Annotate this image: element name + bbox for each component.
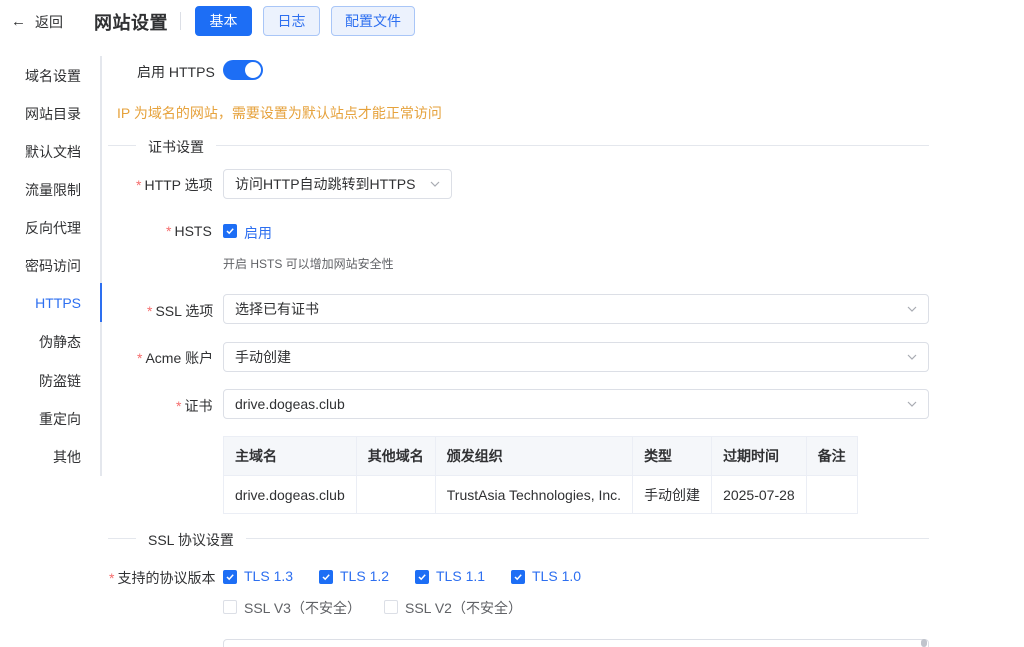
column-header-main-domain: 主域名 xyxy=(223,436,357,476)
header-divider xyxy=(180,12,181,30)
tls10-label[interactable]: TLS 1.0 xyxy=(532,568,581,584)
sidebar-item-other[interactable]: 其他 xyxy=(53,447,81,467)
sidebar-item-redirect[interactable]: 重定向 xyxy=(39,409,81,429)
header: ← 返回 网站设置 基本 日志 配置文件 xyxy=(0,0,1024,42)
cell-issuer: TrustAsia Technologies, Inc. xyxy=(434,475,634,514)
page-title: 网站设置 xyxy=(94,13,168,33)
sidebar-item-reverse-proxy[interactable]: 反向代理 xyxy=(25,218,81,238)
sslv3-checkbox[interactable] xyxy=(223,600,237,614)
chevron-down-icon xyxy=(906,398,918,410)
sidebar-item-rewrite[interactable]: 伪静态 xyxy=(39,332,81,352)
sidebar-item-https[interactable]: HTTPS xyxy=(35,293,81,313)
tls13-label[interactable]: TLS 1.3 xyxy=(244,568,293,584)
arrow-left-icon: ← xyxy=(11,13,26,30)
tab-basic[interactable]: 基本 xyxy=(195,6,252,36)
ssl-option-label: * SSL 选项 xyxy=(147,303,214,319)
column-header-type: 类型 xyxy=(632,436,713,476)
sslv2-checkbox[interactable] xyxy=(384,600,398,614)
https-toggle[interactable] xyxy=(223,60,263,80)
cert-section-title: 证书设置 xyxy=(136,137,216,157)
checkmark-icon xyxy=(322,574,330,581)
certificate-select[interactable]: drive.dogeas.club xyxy=(223,389,929,419)
table-row[interactable]: drive.dogeas.club TrustAsia Technologies… xyxy=(223,475,858,514)
http-option-select[interactable]: 访问HTTP自动跳转到HTTPS xyxy=(223,169,452,199)
tls11-label[interactable]: TLS 1.1 xyxy=(436,568,485,584)
chevron-down-icon xyxy=(906,351,918,363)
acme-account-select[interactable]: 手动创建 xyxy=(223,342,929,372)
textarea-scrollbar[interactable] xyxy=(921,639,927,647)
enable-https-label: 启用 HTTPS xyxy=(137,64,215,80)
back-button[interactable]: ← 返回 xyxy=(11,12,63,32)
hsts-hint: 开启 HSTS 可以增加网站安全性 xyxy=(223,257,394,271)
column-header-issuer: 颁发组织 xyxy=(434,436,634,476)
acme-account-value: 手动创建 xyxy=(235,349,291,365)
certificate-value: drive.dogeas.club xyxy=(235,396,345,412)
ssl-option-select[interactable]: 选择已有证书 xyxy=(223,294,929,324)
http-option-label: * HTTP 选项 xyxy=(136,177,213,193)
sidebar-active-indicator xyxy=(100,283,102,322)
cell-expiry: 2025-07-28 xyxy=(711,475,807,514)
sslv3-label[interactable]: SSL V3（不安全） xyxy=(244,598,361,618)
checkmark-icon xyxy=(418,574,426,581)
http-option-value: 访问HTTP自动跳转到HTTPS xyxy=(235,176,416,192)
hsts-label: * HSTS xyxy=(166,223,212,239)
ip-warning-text: IP 为域名的网站，需要设置为默认站点才能正常访问 xyxy=(117,105,442,121)
table-header-row: 主域名 其他域名 颁发组织 类型 过期时间 备注 xyxy=(223,436,858,476)
certificate-label: * 证书 xyxy=(176,398,213,414)
checkmark-icon xyxy=(226,574,234,581)
acme-account-label: * Acme 账户 xyxy=(137,350,214,366)
hsts-checkbox-label[interactable]: 启用 xyxy=(244,223,272,243)
sidebar: 域名设置 网站目录 默认文档 流量限制 反向代理 密码访问 HTTPS 伪静态 … xyxy=(0,56,102,476)
tab-log[interactable]: 日志 xyxy=(263,6,320,36)
checkmark-icon xyxy=(226,228,234,235)
column-header-expiry: 过期时间 xyxy=(711,436,807,476)
back-label: 返回 xyxy=(35,14,63,30)
sslv2-label[interactable]: SSL V2（不安全） xyxy=(405,598,522,618)
tls13-checkbox[interactable] xyxy=(223,570,237,584)
sidebar-item-hotlink[interactable]: 防盗链 xyxy=(39,371,81,391)
chevron-down-icon xyxy=(429,178,441,190)
sidebar-item-domain[interactable]: 域名设置 xyxy=(25,66,81,86)
checkmark-icon xyxy=(514,574,522,581)
cell-remark xyxy=(805,475,858,514)
ssl-option-value: 选择已有证书 xyxy=(235,301,319,317)
tls11-checkbox[interactable] xyxy=(415,570,429,584)
column-header-other-domains: 其他域名 xyxy=(355,436,436,476)
cell-type: 手动创建 xyxy=(632,475,713,514)
sidebar-item-default-doc[interactable]: 默认文档 xyxy=(25,142,81,162)
tab-config-file[interactable]: 配置文件 xyxy=(331,6,415,36)
tls12-label[interactable]: TLS 1.2 xyxy=(340,568,389,584)
sidebar-item-directory[interactable]: 网站目录 xyxy=(25,104,81,124)
chevron-down-icon xyxy=(906,303,918,315)
hsts-checkbox[interactable] xyxy=(223,224,237,238)
cert-section-divider xyxy=(108,145,929,146)
tls12-checkbox[interactable] xyxy=(319,570,333,584)
sidebar-item-traffic-limit[interactable]: 流量限制 xyxy=(25,180,81,200)
ssl-protocol-section-title: SSL 协议设置 xyxy=(136,530,246,550)
cell-main-domain: drive.dogeas.club xyxy=(223,475,357,514)
cipher-suite-textarea[interactable] xyxy=(223,639,929,647)
certificate-table: 主域名 其他域名 颁发组织 类型 过期时间 备注 drive.dogeas.cl… xyxy=(223,436,858,514)
protocols-label: * 支持的协议版本 xyxy=(109,570,216,586)
sidebar-item-password-access[interactable]: 密码访问 xyxy=(25,256,81,276)
column-header-remark: 备注 xyxy=(805,436,858,476)
tls10-checkbox[interactable] xyxy=(511,570,525,584)
cell-other-domains xyxy=(355,475,436,514)
toggle-knob xyxy=(245,62,261,78)
